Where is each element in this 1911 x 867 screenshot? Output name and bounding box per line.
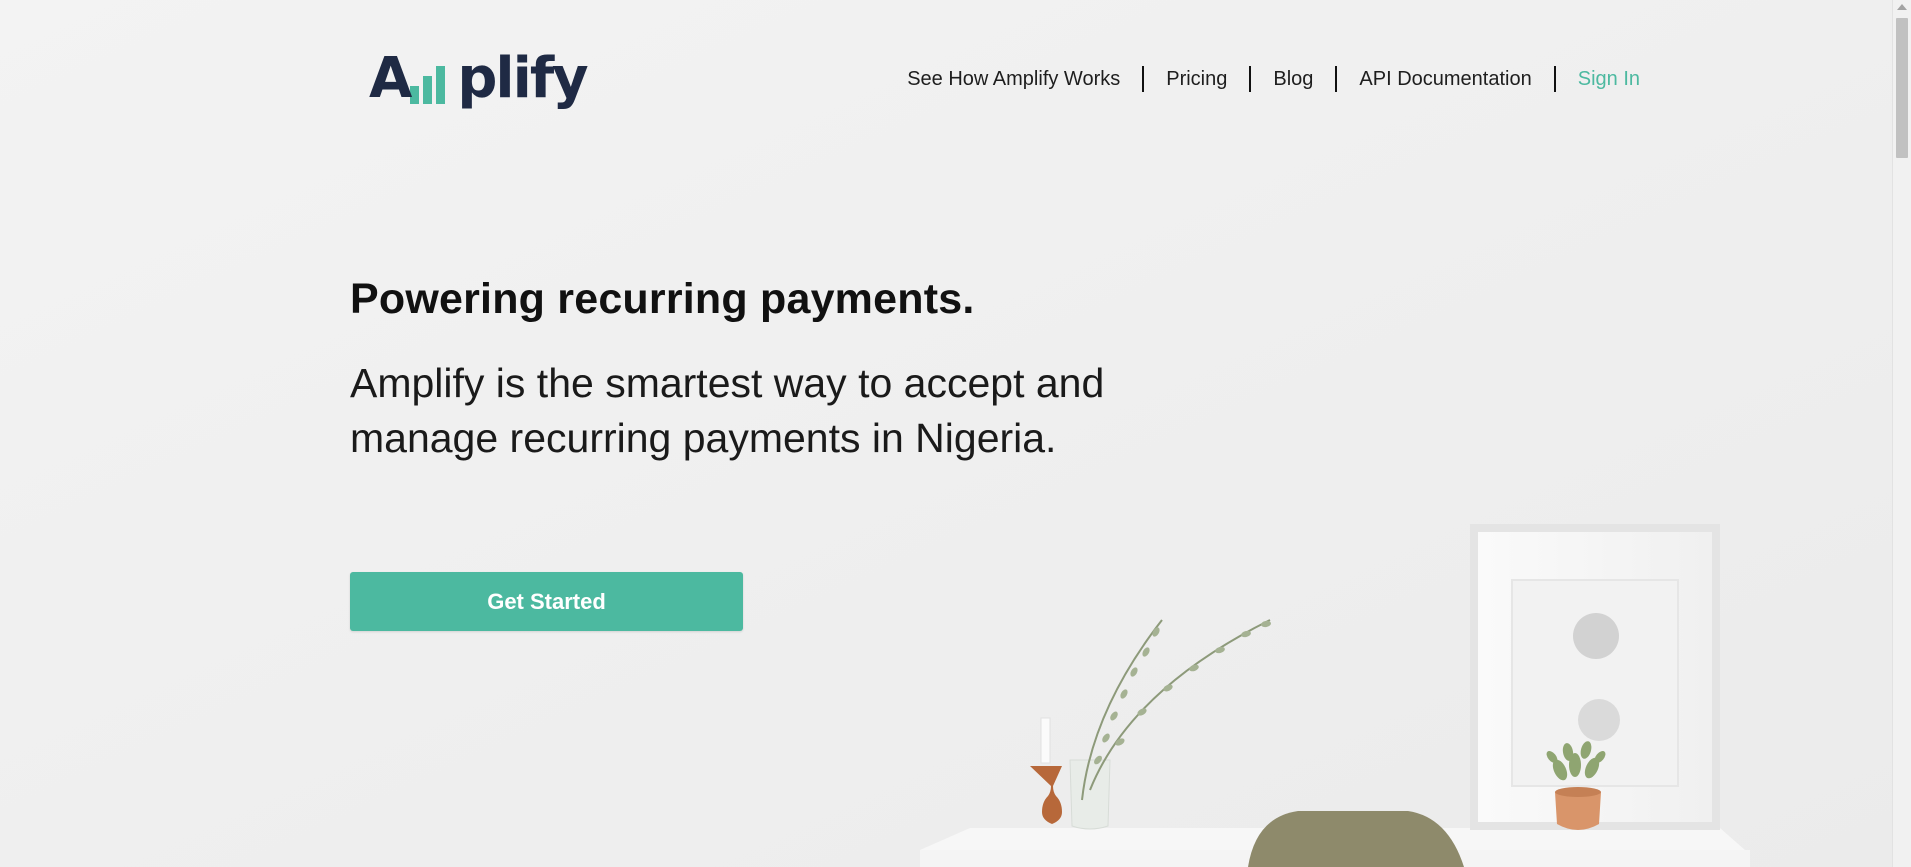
hero-headline: Powering recurring payments. [350,275,975,323]
hero-subtext: Amplify is the smartest way to accept an… [350,360,1105,461]
nav-divider [1335,66,1338,92]
nav-divider [1249,66,1252,92]
nav-divider [1142,66,1145,92]
nav-pricing[interactable]: Pricing [1166,66,1227,92]
logo-text-start: A [369,46,412,111]
nav-api-documentation[interactable]: API Documentation [1359,66,1531,92]
landing-page: Aplify See How Amplify Works Pricing Blo… [0,0,1911,867]
page-scrollbar[interactable] [1892,0,1911,867]
logo-text-end: plify [457,46,588,111]
get-started-button[interactable]: Get Started [350,572,743,631]
arrow-up-icon[interactable] [1897,4,1907,10]
nav-divider [1553,66,1556,92]
scrollbar-thumb[interactable] [1896,18,1908,158]
main-nav: See How Amplify Works Pricing Blog API D… [907,66,1640,92]
nav-blog[interactable]: Blog [1273,66,1313,92]
nav-how-it-works[interactable]: See How Amplify Works [907,66,1120,92]
amplify-logo[interactable]: Aplify [369,44,589,114]
nav-sign-in[interactable]: Sign In [1578,66,1640,92]
logo-text: Aplify [369,44,589,114]
